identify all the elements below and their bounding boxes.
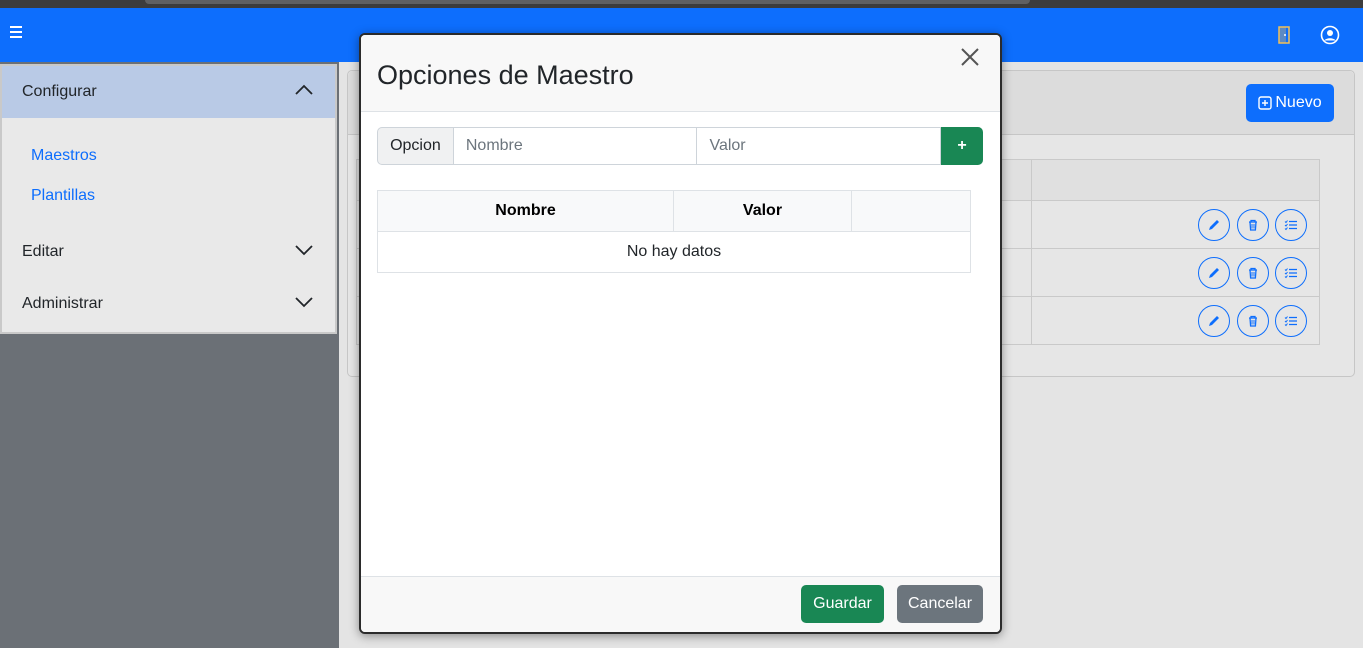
sidebar-section-label: Administrar bbox=[22, 295, 103, 312]
pencil-icon bbox=[1209, 267, 1220, 278]
list-check-icon bbox=[1284, 219, 1297, 230]
menu-icon[interactable] bbox=[10, 26, 24, 42]
edit-button[interactable] bbox=[1198, 208, 1231, 241]
pencil-icon bbox=[1209, 315, 1220, 326]
option-input-group: Opcion Nombre Valor + bbox=[377, 127, 983, 165]
sidebar-submenu: Maestros Plantillas bbox=[2, 118, 335, 226]
sidebar-section-editar[interactable]: Editar bbox=[2, 226, 335, 278]
sidebar-item-plantillas[interactable]: Plantillas bbox=[30, 176, 335, 216]
column-header-actions bbox=[851, 190, 971, 232]
logout-door-icon[interactable] bbox=[1276, 26, 1292, 44]
browser-address-pill bbox=[145, 0, 1030, 4]
add-option-button[interactable]: + bbox=[941, 127, 983, 165]
sidebar: Configurar Maestros Plantillas Editar Ad… bbox=[0, 64, 337, 334]
save-button[interactable]: Guardar bbox=[801, 585, 884, 623]
sidebar-section-administrar[interactable]: Administrar bbox=[2, 278, 335, 330]
pencil-icon bbox=[1209, 219, 1220, 230]
modal-footer: Guardar Cancelar bbox=[361, 576, 1000, 632]
empty-message: No hay datos bbox=[377, 231, 971, 273]
user-circle-icon[interactable] bbox=[1320, 25, 1340, 45]
table-row: No hay datos bbox=[377, 231, 971, 273]
column-header-nombre: Nombre bbox=[377, 190, 674, 232]
sidebar-section-configurar[interactable]: Configurar bbox=[2, 66, 335, 118]
close-icon[interactable] bbox=[960, 47, 980, 67]
trash-icon bbox=[1248, 267, 1257, 279]
option-label: Opcion bbox=[377, 127, 454, 165]
new-button-label: Nuevo bbox=[1275, 94, 1322, 111]
delete-button[interactable] bbox=[1236, 256, 1269, 289]
chevron-down-icon bbox=[295, 297, 313, 308]
trash-icon bbox=[1248, 315, 1257, 327]
sidebar-section-label: Configurar bbox=[22, 83, 97, 100]
list-check-icon bbox=[1284, 267, 1297, 278]
chevron-down-icon bbox=[295, 245, 313, 256]
trash-icon bbox=[1248, 219, 1257, 231]
list-check-icon bbox=[1284, 315, 1297, 326]
table-header-row: Nombre Valor bbox=[377, 190, 971, 232]
sidebar-item-maestros[interactable]: Maestros bbox=[30, 136, 335, 176]
value-input[interactable]: Valor bbox=[697, 127, 942, 165]
cancel-button[interactable]: Cancelar bbox=[897, 585, 983, 623]
delete-button[interactable] bbox=[1236, 208, 1269, 241]
new-button[interactable]: Nuevo bbox=[1246, 84, 1334, 122]
column-header-valor: Valor bbox=[673, 190, 852, 232]
options-table: Nombre Valor No hay datos bbox=[377, 190, 971, 273]
options-button[interactable] bbox=[1275, 256, 1307, 289]
chevron-up-icon bbox=[295, 84, 313, 95]
modal-header: Opciones de Maestro bbox=[361, 35, 1000, 112]
browser-chrome-strip bbox=[0, 0, 1363, 8]
delete-button[interactable] bbox=[1236, 304, 1269, 337]
edit-button[interactable] bbox=[1198, 256, 1231, 289]
options-modal: Opciones de Maestro Opcion Nombre Valor … bbox=[359, 33, 1002, 634]
sidebar-section-label: Editar bbox=[22, 243, 64, 260]
name-input[interactable]: Nombre bbox=[453, 127, 698, 165]
options-button[interactable] bbox=[1275, 208, 1307, 241]
edit-button[interactable] bbox=[1198, 304, 1231, 337]
modal-title: Opciones de Maestro bbox=[377, 60, 634, 90]
options-button[interactable] bbox=[1275, 304, 1307, 337]
plus-square-icon bbox=[1258, 96, 1273, 110]
